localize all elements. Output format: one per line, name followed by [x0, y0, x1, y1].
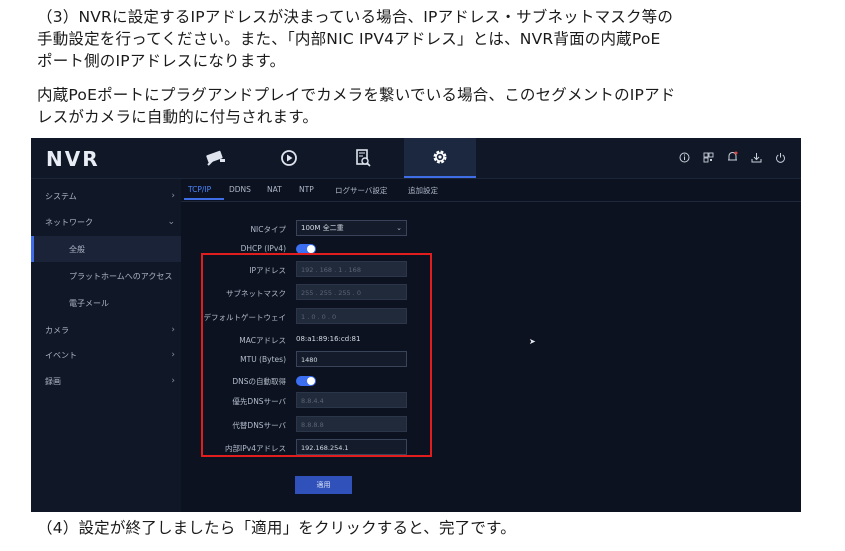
dhcp-label: DHCP (IPv4) [240, 244, 286, 253]
text-line: ポート側のIPアドレスになります。 [37, 52, 286, 70]
tab-advanced[interactable]: 追加設定 [408, 185, 438, 196]
sidebar-item-platform-access[interactable]: プラットホームへのアクセス [31, 263, 181, 289]
power-icon[interactable] [773, 150, 787, 164]
chevron-down-icon: ⌄ [396, 224, 402, 232]
sidebar-item-record[interactable]: 録画 › [31, 368, 181, 394]
apply-button[interactable]: 適用 [295, 476, 352, 494]
tab-nat[interactable]: NAT [267, 185, 282, 194]
tab-ntp[interactable]: NTP [299, 185, 314, 194]
mouse-cursor-icon: ➤ [529, 337, 536, 346]
system-icons [677, 150, 787, 164]
tab-ddns[interactable]: DDNS [229, 185, 251, 194]
nvr-screenshot: NVR システム › ネットワーク ⌄ 全般 プラットホームへのアクセス 電子メ… [31, 138, 801, 512]
tab-settings[interactable] [404, 138, 476, 178]
tab-playback[interactable] [253, 138, 325, 178]
instruction-paragraph-3: （3）NVRに設定するIPアドレスが決まっている場合、IPアドレス・サブネットマ… [37, 6, 817, 72]
tab-tcpip[interactable]: TCP/IP [188, 185, 211, 194]
text-line: レスがカメラに自動的に付与されます。 [37, 108, 319, 126]
download-icon[interactable] [749, 150, 763, 164]
network-subtabs: TCP/IP DDNS NAT NTP ログサーバ設定 追加設定 [181, 179, 801, 202]
sidebar-item-general[interactable]: 全般 [31, 236, 181, 262]
tab-file-search[interactable] [327, 138, 399, 178]
qr-icon[interactable] [701, 150, 715, 164]
bell-icon[interactable] [725, 150, 739, 164]
settings-sidebar: システム › ネットワーク ⌄ 全般 プラットホームへのアクセス 電子メール カメラ… [31, 179, 181, 512]
instruction-paragraph-4: （4）設定が終了しましたら「適用」をクリックすると、完了です。 [37, 519, 516, 537]
instruction-paragraph-poe: 内蔵PoEポートにプラグアンドプレイでカメラを繋いでいる場合、このセグメントのI… [37, 84, 817, 128]
nvr-logo: NVR [46, 147, 100, 171]
sidebar-item-email[interactable]: 電子メール [31, 290, 181, 316]
sidebar-item-event[interactable]: イベント › [31, 342, 181, 368]
text-line: （3）NVRに設定するIPアドレスが決まっている場合、IPアドレス・サブネットマ… [37, 8, 674, 26]
sidebar-item-camera[interactable]: カメラ › [31, 317, 181, 343]
sidebar-item-network[interactable]: ネットワーク ⌄ [31, 209, 181, 235]
info-icon[interactable] [677, 150, 691, 164]
tab-live-view[interactable] [181, 138, 253, 178]
camera-icon [206, 150, 225, 166]
tab-log-server[interactable]: ログサーバ設定 [335, 185, 387, 196]
text-line: 内蔵PoEポートにプラグアンドプレイでカメラを繋いでいる場合、このセグメントのI… [37, 86, 676, 104]
highlight-box [201, 253, 432, 457]
text-line: 手動設定を行ってください。また、「内部NIC IPV4アドレス」とは、NVR背面… [37, 30, 661, 48]
gear-icon [433, 150, 447, 164]
playback-icon [281, 150, 297, 166]
sidebar-item-system[interactable]: システム › [31, 183, 181, 209]
file-search-icon [356, 149, 371, 167]
nic-type-select[interactable]: 100M 全二重 ⌄ [296, 220, 407, 236]
top-bar: NVR [31, 138, 801, 179]
active-tab-indicator [184, 198, 224, 200]
nic-type-label: NICタイプ [250, 225, 286, 234]
